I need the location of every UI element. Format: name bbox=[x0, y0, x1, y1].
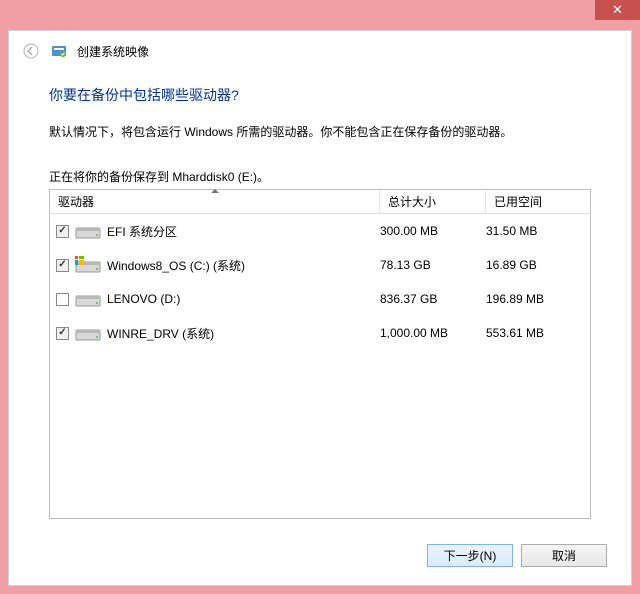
dialog-header: 创建系统映像 bbox=[9, 31, 631, 71]
cell-drive: WINRE_DRV (系统) bbox=[54, 322, 380, 344]
drive-icon bbox=[75, 220, 101, 242]
cell-drive: EFI 系统分区 bbox=[54, 220, 380, 242]
column-header-total-size[interactable]: 总计大小 bbox=[380, 190, 486, 213]
drive-checkbox bbox=[56, 327, 69, 340]
close-button[interactable]: ✕ bbox=[595, 0, 640, 20]
cell-used-space: 196.89 MB bbox=[486, 292, 586, 306]
description-text: 默认情况下，将包含运行 Windows 所需的驱动器。你不能包含正在保存备份的驱… bbox=[49, 123, 591, 140]
cell-total-size: 1,000.00 MB bbox=[380, 326, 486, 340]
cell-used-space: 553.61 MB bbox=[486, 326, 586, 340]
drive-checkbox[interactable] bbox=[56, 293, 69, 306]
table-row: Windows8_OS (C:) (系统) 78.13 GB16.89 GB bbox=[50, 248, 590, 282]
back-button[interactable] bbox=[21, 41, 41, 61]
sort-ascending-icon bbox=[211, 189, 219, 193]
column-header-used-space-label: 已用空间 bbox=[494, 193, 542, 210]
drive-checkbox bbox=[56, 259, 69, 272]
drive-label: LENOVO (D:) bbox=[107, 292, 180, 306]
next-button[interactable]: 下一步(N) bbox=[427, 544, 513, 567]
cancel-button[interactable]: 取消 bbox=[521, 544, 607, 567]
dialog-title: 创建系统映像 bbox=[77, 43, 149, 60]
cell-used-space: 31.50 MB bbox=[486, 224, 586, 238]
titlebar: ✕ bbox=[0, 0, 640, 30]
cell-drive: Windows8_OS (C:) (系统) bbox=[54, 254, 380, 276]
back-arrow-icon bbox=[23, 43, 39, 59]
table-header-row: 驱动器 总计大小 已用空间 bbox=[50, 190, 590, 214]
cell-total-size: 78.13 GB bbox=[380, 258, 486, 272]
drive-icon bbox=[75, 288, 101, 310]
drive-table: 驱动器 总计大小 已用空间 EFI 系统分区 300.00 MB31.50 MB W… bbox=[49, 189, 591, 519]
drive-icon bbox=[75, 322, 101, 344]
column-header-drive-label: 驱动器 bbox=[58, 193, 94, 210]
drive-label: Windows8_OS (C:) (系统) bbox=[107, 257, 245, 274]
saving-to-text: 正在将你的备份保存到 Mharddisk0 (E:)。 bbox=[49, 168, 591, 185]
table-body: EFI 系统分区 300.00 MB31.50 MB Windows8_OS (C:… bbox=[50, 214, 590, 350]
table-row: WINRE_DRV (系统) 1,000.00 MB553.61 MB bbox=[50, 316, 590, 350]
app-icon bbox=[51, 43, 67, 59]
drive-icon bbox=[75, 254, 101, 276]
close-icon: ✕ bbox=[612, 2, 623, 18]
cell-total-size: 300.00 MB bbox=[380, 224, 486, 238]
cell-drive: LENOVO (D:) bbox=[54, 288, 380, 310]
table-row: LENOVO (D:) 836.37 GB196.89 MB bbox=[50, 282, 590, 316]
question-heading: 你要在备份中包括哪些驱动器? bbox=[49, 85, 591, 105]
dialog-footer: 下一步(N) 取消 bbox=[427, 544, 607, 567]
column-header-used-space[interactable]: 已用空间 bbox=[486, 190, 590, 213]
drive-checkbox bbox=[56, 225, 69, 238]
column-header-total-size-label: 总计大小 bbox=[388, 193, 436, 210]
content-area: 你要在备份中包括哪些驱动器? 默认情况下，将包含运行 Windows 所需的驱动… bbox=[9, 71, 631, 531]
column-header-drive[interactable]: 驱动器 bbox=[50, 190, 380, 213]
cell-total-size: 836.37 GB bbox=[380, 292, 486, 306]
dialog-frame: 创建系统映像 你要在备份中包括哪些驱动器? 默认情况下，将包含运行 Window… bbox=[8, 30, 632, 586]
cell-used-space: 16.89 GB bbox=[486, 258, 586, 272]
drive-label: WINRE_DRV (系统) bbox=[107, 325, 214, 342]
drive-label: EFI 系统分区 bbox=[107, 223, 177, 240]
table-row: EFI 系统分区 300.00 MB31.50 MB bbox=[50, 214, 590, 248]
